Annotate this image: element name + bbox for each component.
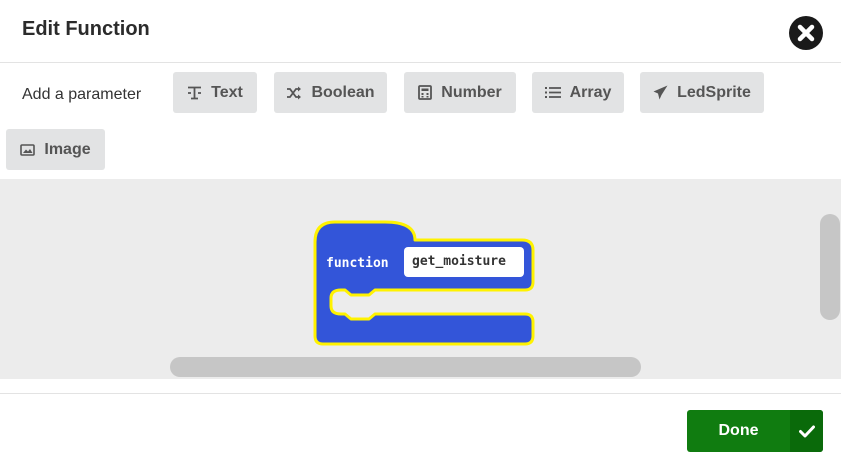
add-text-parameter-label: Text xyxy=(211,83,243,101)
close-button[interactable] xyxy=(789,16,823,50)
text-icon xyxy=(188,86,202,99)
function-keyword: function xyxy=(326,256,389,271)
blocks-workspace[interactable]: function get_moisture xyxy=(0,179,841,379)
dialog-header: Edit Function xyxy=(0,0,841,63)
add-image-parameter-label: Image xyxy=(44,140,91,158)
function-name-field[interactable]: get_moisture xyxy=(404,247,524,277)
add-parameter-label: Add a parameter xyxy=(22,86,142,103)
function-block[interactable] xyxy=(313,220,537,346)
done-button[interactable]: Done xyxy=(687,410,823,452)
list-icon xyxy=(544,87,561,98)
dialog-title: Edit Function xyxy=(22,18,150,40)
add-boolean-parameter-button[interactable]: Boolean xyxy=(274,72,387,113)
done-label: Done xyxy=(718,422,759,439)
add-number-parameter-label: Number xyxy=(441,83,502,101)
image-icon xyxy=(20,143,36,156)
parameter-toolbar: Add a parameter Text Boolean Number Arra… xyxy=(0,63,841,179)
check-icon-area xyxy=(790,410,823,452)
close-icon xyxy=(789,16,823,50)
add-text-parameter-button[interactable]: Text xyxy=(173,72,257,113)
add-ledsprite-parameter-label: LedSprite xyxy=(677,83,751,101)
add-boolean-parameter-label: Boolean xyxy=(311,83,375,101)
add-ledsprite-parameter-button[interactable]: LedSprite xyxy=(640,72,764,113)
calculator-icon xyxy=(418,85,433,100)
paper-plane-icon xyxy=(653,85,668,100)
shuffle-icon xyxy=(287,86,302,99)
vertical-scrollbar[interactable] xyxy=(820,214,840,320)
add-image-parameter-button[interactable]: Image xyxy=(6,129,105,170)
add-array-parameter-label: Array xyxy=(569,83,612,101)
check-icon xyxy=(798,425,815,437)
add-number-parameter-button[interactable]: Number xyxy=(404,72,516,113)
horizontal-scrollbar[interactable] xyxy=(170,357,641,377)
dialog-footer: Done xyxy=(0,393,841,466)
add-array-parameter-button[interactable]: Array xyxy=(532,72,624,113)
